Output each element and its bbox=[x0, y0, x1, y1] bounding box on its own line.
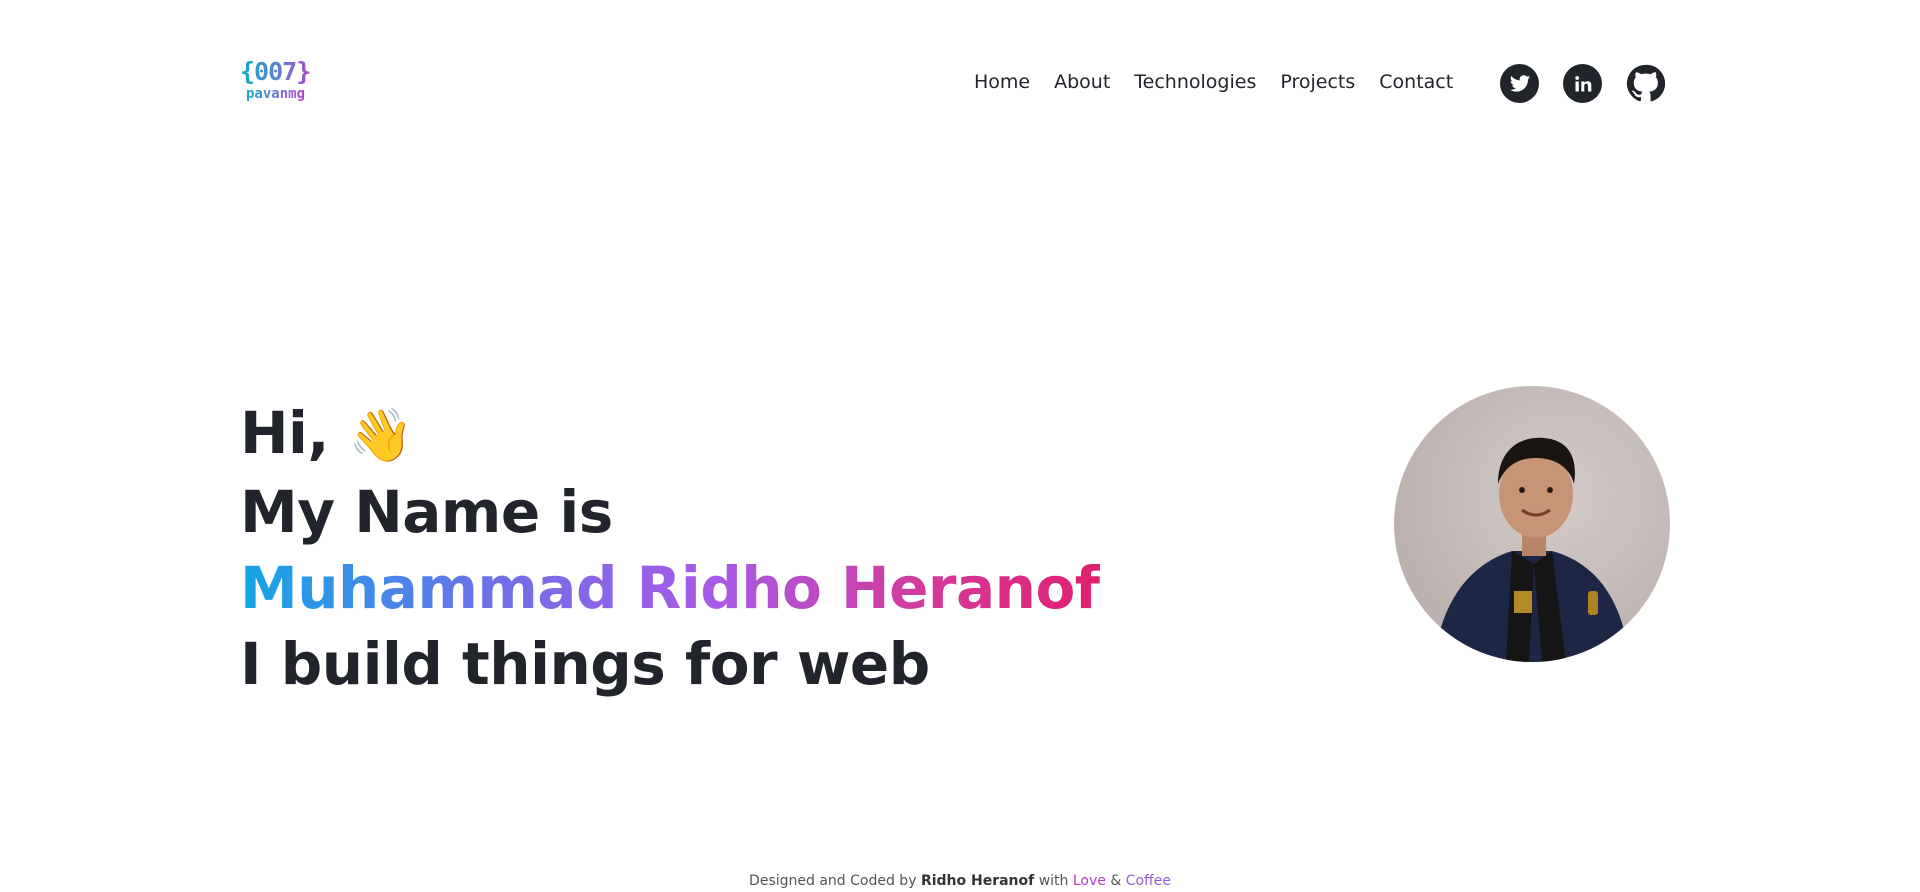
footer-with: with bbox=[1038, 873, 1069, 889]
footer-credit: Designed and Coded by Ridho Heranof with… bbox=[0, 872, 1920, 890]
linkedin-link[interactable] bbox=[1563, 64, 1602, 103]
footer-ampersand: & bbox=[1110, 873, 1122, 889]
logo-mark: {007} bbox=[240, 58, 320, 86]
twitter-icon bbox=[1509, 74, 1530, 92]
nav-contact-link[interactable]: Contact bbox=[1379, 70, 1453, 94]
main-nav: Home About Technologies Projects Contact bbox=[974, 70, 1477, 94]
nav-about-link[interactable]: About bbox=[1054, 70, 1110, 94]
linkedin-icon bbox=[1574, 75, 1591, 91]
footer-author: Ridho Heranof bbox=[920, 873, 1035, 889]
hero-name: Muhammad Ridho Heranof bbox=[240, 554, 1100, 622]
waving-hand-icon: 👋 bbox=[348, 406, 414, 466]
hero-greeting: Hi, bbox=[240, 399, 329, 467]
hero-heading: Hi, 👋 My Name is Muhammad Ridho Heranof … bbox=[240, 395, 1100, 702]
github-link[interactable] bbox=[1626, 64, 1665, 103]
social-links bbox=[1500, 64, 1665, 103]
nav-home-link[interactable]: Home bbox=[974, 70, 1030, 94]
site-logo[interactable]: {007} pavanmg bbox=[240, 58, 320, 103]
footer-coffee: Coffee bbox=[1125, 873, 1171, 889]
logo-subtext: pavanmg bbox=[246, 86, 320, 102]
footer-prefix: Designed and Coded by bbox=[749, 873, 917, 889]
twitter-link[interactable] bbox=[1500, 64, 1539, 103]
hero-intro-line: My Name is bbox=[240, 478, 613, 546]
github-icon bbox=[1626, 64, 1665, 102]
footer-love: Love bbox=[1072, 873, 1106, 889]
nav-technologies-link[interactable]: Technologies bbox=[1134, 70, 1256, 94]
hero-tagline: I build things for web bbox=[240, 630, 930, 698]
hero-section: Hi, 👋 My Name is Muhammad Ridho Heranof … bbox=[240, 395, 1100, 702]
nav-projects-link[interactable]: Projects bbox=[1280, 70, 1355, 94]
profile-photo bbox=[1394, 386, 1670, 662]
